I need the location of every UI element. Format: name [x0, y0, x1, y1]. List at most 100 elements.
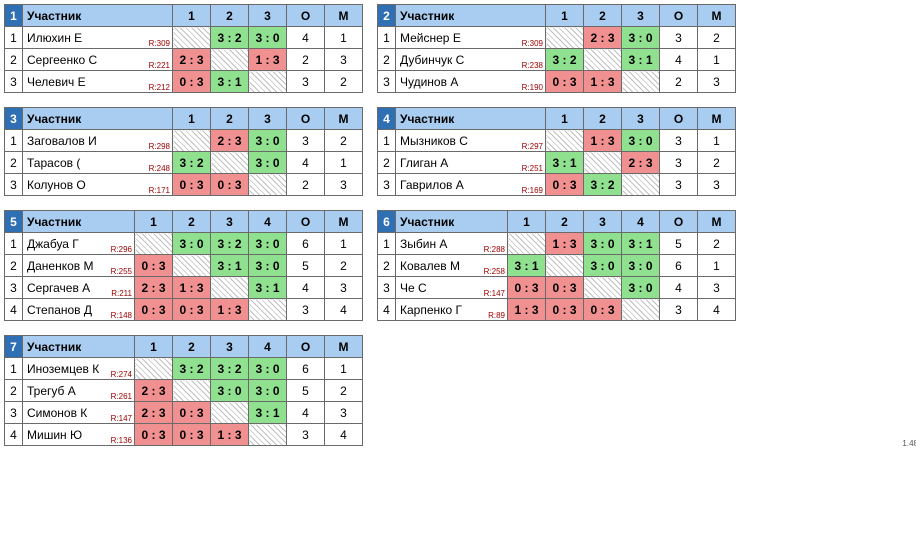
col-header: 3	[622, 5, 660, 27]
group-table: 6Участник1234ОМ1Зыбин АR:2881 : 33 : 03 …	[377, 210, 736, 321]
col-header: 3	[622, 108, 660, 130]
col-header: 1	[546, 108, 584, 130]
place-cell: 2	[698, 27, 736, 49]
self-cell	[173, 380, 211, 402]
col-header: 1	[173, 5, 211, 27]
participant-name-cell: Джабуа ГR:296	[23, 233, 135, 255]
participant-name: Тарасов (	[27, 156, 80, 170]
participant-name-cell: Степанов ДR:148	[23, 299, 135, 321]
score-cell: 2 : 3	[622, 152, 660, 174]
col-header: 2	[584, 108, 622, 130]
score-cell: 3 : 0	[249, 255, 287, 277]
stat-header-M: М	[698, 5, 736, 27]
participant-name: Колунов О	[27, 178, 86, 192]
self-cell	[211, 402, 249, 424]
self-cell	[584, 277, 622, 299]
participant-name-cell: Заговалов ИR:298	[23, 130, 173, 152]
col-header: 3	[249, 108, 287, 130]
group-number-header: 5	[5, 211, 23, 233]
participant-name: Карпенко Г	[400, 303, 462, 317]
col-header: 2	[173, 336, 211, 358]
participant-name: Чудинов А	[400, 75, 458, 89]
group-number-header: 3	[5, 108, 23, 130]
participant-rating: R:297	[522, 142, 543, 151]
score-cell: 3 : 2	[173, 358, 211, 380]
points-cell: 4	[660, 49, 698, 71]
score-cell: 2 : 3	[211, 130, 249, 152]
place-cell: 3	[698, 174, 736, 196]
col-header: 3	[584, 211, 622, 233]
row-number: 2	[5, 255, 23, 277]
col-header: 4	[622, 211, 660, 233]
participant-name-cell: Иноземцев КR:274	[23, 358, 135, 380]
group-table: 3Участник123ОМ1Заговалов ИR:2982 : 33 : …	[4, 107, 363, 196]
col-header: 4	[249, 211, 287, 233]
score-cell: 3 : 0	[622, 255, 660, 277]
row-number: 2	[378, 152, 396, 174]
participant-name-cell: Глиган АR:251	[396, 152, 546, 174]
place-cell: 1	[325, 358, 363, 380]
participant-name: Заговалов И	[27, 134, 97, 148]
participant-rating: R:147	[111, 414, 132, 423]
points-cell: 4	[660, 277, 698, 299]
row-number: 3	[378, 174, 396, 196]
participant-name: Ковалев М	[400, 259, 460, 273]
score-cell: 1 : 3	[584, 130, 622, 152]
place-cell: 3	[698, 277, 736, 299]
participant-name-cell: Гаврилов АR:169	[396, 174, 546, 196]
participant-name-cell: Мишин ЮR:136	[23, 424, 135, 446]
stat-header-M: М	[325, 211, 363, 233]
table-row: 3Че СR:1470 : 30 : 33 : 043	[378, 277, 736, 299]
col-header: 2	[173, 211, 211, 233]
points-cell: 3	[287, 299, 325, 321]
participant-name-cell: Чудинов АR:190	[396, 71, 546, 93]
points-cell: 4	[287, 402, 325, 424]
place-cell: 2	[325, 71, 363, 93]
participant-name: Сергачев А	[27, 281, 90, 295]
table-row: 3Колунов ОR:1710 : 30 : 323	[5, 174, 363, 196]
score-cell: 3 : 2	[211, 358, 249, 380]
row-number: 1	[378, 130, 396, 152]
participant-name-cell: Че СR:147	[396, 277, 508, 299]
participant-name: Мызников С	[400, 134, 468, 148]
participant-name: Сергеенко С	[27, 53, 97, 67]
table-row: 2Трегуб АR:2612 : 33 : 03 : 052	[5, 380, 363, 402]
score-cell: 3 : 2	[211, 233, 249, 255]
participant-name: Гаврилов А	[400, 178, 464, 192]
table-row: 3Сергачев АR:2112 : 31 : 33 : 143	[5, 277, 363, 299]
self-cell	[249, 71, 287, 93]
group-number-header: 1	[5, 5, 23, 27]
participant-rating: R:89	[488, 311, 505, 320]
score-cell: 0 : 3	[508, 277, 546, 299]
group-table: 4Участник123ОМ1Мызников СR:2971 : 33 : 0…	[377, 107, 736, 196]
score-cell: 3 : 1	[622, 49, 660, 71]
participant-rating: R:171	[149, 186, 170, 195]
points-cell: 3	[660, 27, 698, 49]
row-number: 3	[5, 277, 23, 299]
score-cell: 0 : 3	[135, 299, 173, 321]
self-cell	[584, 49, 622, 71]
participant-rating: R:274	[111, 370, 132, 379]
participant-rating: R:255	[111, 267, 132, 276]
participant-name-cell: Сергеенко СR:221	[23, 49, 173, 71]
participant-name: Дубинчук С	[400, 53, 464, 67]
points-cell: 5	[660, 233, 698, 255]
groups-container: 1Участник123ОМ1Илюхин ЕR:3093 : 23 : 041…	[4, 4, 916, 446]
place-cell: 2	[698, 152, 736, 174]
self-cell	[211, 152, 249, 174]
row-number: 2	[5, 152, 23, 174]
row-number: 3	[5, 174, 23, 196]
col-header: 3	[211, 211, 249, 233]
stat-header-O: О	[287, 336, 325, 358]
table-row: 1Зыбин АR:2881 : 33 : 03 : 152	[378, 233, 736, 255]
self-cell	[622, 299, 660, 321]
stat-header-O: О	[287, 211, 325, 233]
score-cell: 3 : 1	[508, 255, 546, 277]
points-cell: 3	[660, 299, 698, 321]
stat-header-M: М	[325, 336, 363, 358]
participant-name: Степанов Д	[27, 303, 92, 317]
row-number: 4	[5, 424, 23, 446]
participant-name: Илюхин Е	[27, 31, 82, 45]
participant-rating: R:309	[149, 39, 170, 48]
participant-rating: R:248	[149, 164, 170, 173]
